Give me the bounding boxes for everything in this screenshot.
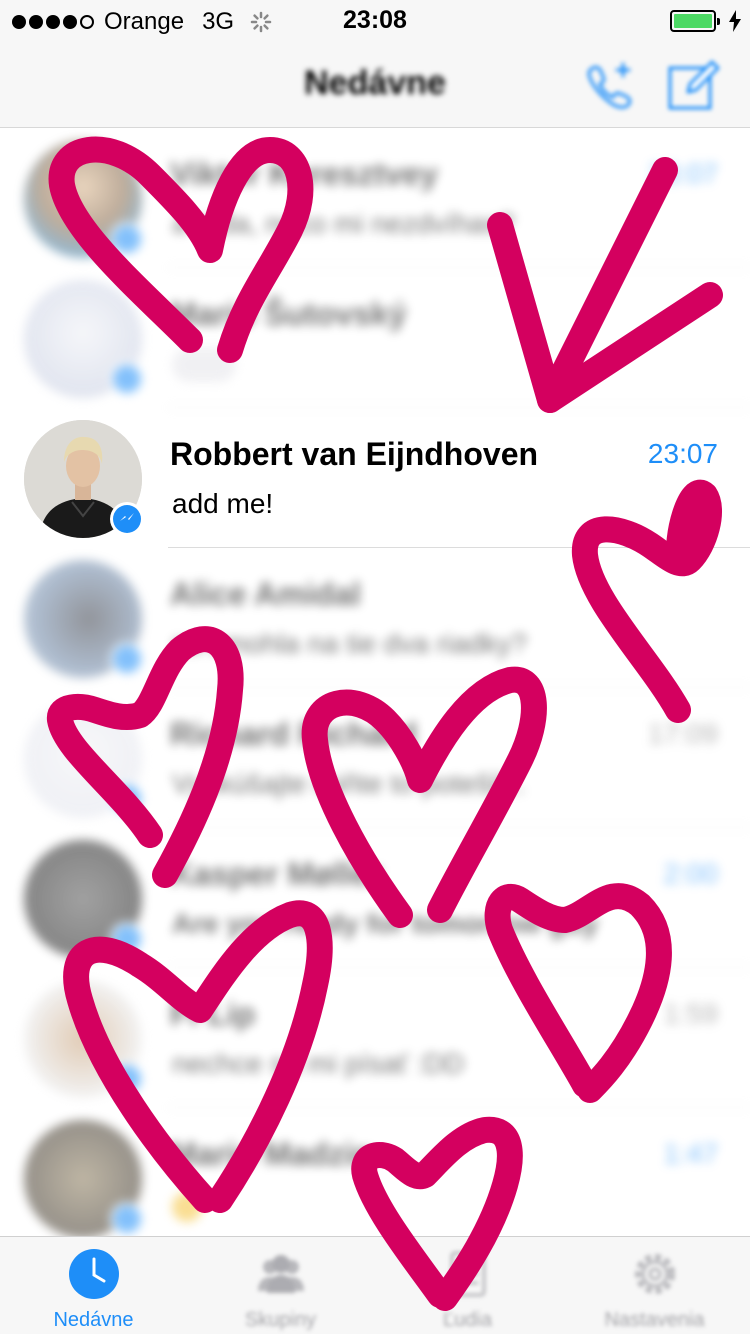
emoji-icon bbox=[172, 1192, 202, 1222]
conversation-list[interactable]: Viktor Keresztvey a teda, neco mi nezdví… bbox=[0, 128, 750, 1236]
conversation-row[interactable]: Fi Lip nechce sa mi písať :DD 1:59 bbox=[0, 968, 750, 1108]
contact-name: Fi Lip bbox=[170, 996, 256, 1032]
tab-recent[interactable]: Nedávne bbox=[0, 1237, 187, 1334]
clock-icon bbox=[68, 1249, 119, 1299]
contact-name: Alice Amidal bbox=[170, 576, 361, 612]
message-time: 23:07 bbox=[647, 438, 718, 469]
conversation-row[interactable]: Robbert van Eijndhoven add me! 23:07 bbox=[0, 408, 750, 548]
contact-name: Robbert van Eijndhoven bbox=[170, 436, 539, 472]
contact-name: Viktor Keresztvey bbox=[170, 156, 438, 192]
message-time: 1:59 bbox=[663, 998, 719, 1029]
message-time: 17:09 bbox=[647, 718, 718, 749]
message-preview: nechce sa mi písať :DD bbox=[172, 1048, 465, 1079]
battery-icon bbox=[670, 10, 720, 32]
conversation-row[interactable]: Kasper Møller Are you ready for tomorrow… bbox=[0, 828, 750, 968]
tab-label: Skupiny bbox=[244, 1309, 317, 1331]
navigation-bar: Nedávne bbox=[0, 40, 750, 128]
tab-label: Nedávne bbox=[53, 1309, 134, 1331]
gear-icon bbox=[634, 1254, 675, 1294]
contact-name: Kasper Møller bbox=[170, 856, 382, 892]
message-time: 23:07 bbox=[647, 158, 718, 189]
tab-settings[interactable]: Nastavenia bbox=[561, 1237, 748, 1334]
call-icon[interactable] bbox=[585, 62, 637, 110]
typing-indicator-icon bbox=[172, 348, 236, 382]
charging-bolt-icon bbox=[729, 10, 741, 32]
messenger-badge-icon bbox=[110, 1202, 144, 1236]
page-title: Nedávne bbox=[304, 64, 446, 102]
conversation-row[interactable]: Mario Madzin 1:47 bbox=[0, 1108, 750, 1236]
conversation-row[interactable]: Richard Richard Vyskúšajte miňte to pote… bbox=[0, 688, 750, 828]
message-time: 2:00 bbox=[663, 858, 719, 889]
contact-name: Mario Šutovský bbox=[170, 296, 407, 332]
message-preview: add me! bbox=[172, 488, 274, 519]
messenger-badge-icon bbox=[110, 222, 144, 256]
tab-label: Ľudia bbox=[443, 1309, 492, 1331]
status-bar: Orange 3G 23:08 bbox=[0, 0, 750, 40]
compose-icon[interactable] bbox=[666, 58, 722, 114]
messenger-badge-icon bbox=[110, 922, 144, 956]
messenger-badge-icon bbox=[110, 1062, 144, 1096]
message-preview: sa zmohla na tie dva riadky? bbox=[172, 628, 527, 659]
conversation-row[interactable]: Viktor Keresztvey a teda, neco mi nezdví… bbox=[0, 128, 750, 268]
message-preview: a teda, neco mi nezdvíhas? bbox=[172, 208, 515, 239]
people-list-icon bbox=[450, 1251, 485, 1297]
message-preview: Are you ready for tomorrow guy bbox=[172, 908, 599, 939]
status-right bbox=[670, 10, 742, 32]
message-time: 1:47 bbox=[663, 1138, 719, 1169]
contact-name: Richard Richard bbox=[170, 716, 418, 752]
conversation-row[interactable]: Alice Amidal sa zmohla na tie dva riadky… bbox=[0, 548, 750, 688]
conversation-row[interactable]: Mario Šutovský bbox=[0, 268, 750, 408]
tab-bar: Nedávne Skupiny Ľudia Nastavenia bbox=[0, 1236, 750, 1334]
status-time: 23:08 bbox=[343, 6, 407, 34]
group-icon bbox=[257, 1255, 304, 1293]
contact-name: Mario Madzin bbox=[170, 1136, 373, 1172]
tab-people[interactable]: Ľudia bbox=[374, 1237, 561, 1334]
tab-label: Nastavenia bbox=[604, 1309, 705, 1331]
messenger-badge-icon bbox=[110, 642, 144, 676]
messenger-badge-icon bbox=[110, 362, 144, 396]
messenger-badge-icon bbox=[110, 502, 144, 536]
message-preview: Vyskúšajte miňte to potešil... bbox=[172, 768, 526, 799]
tab-groups[interactable]: Skupiny bbox=[187, 1237, 374, 1334]
messenger-badge-icon bbox=[110, 782, 144, 816]
